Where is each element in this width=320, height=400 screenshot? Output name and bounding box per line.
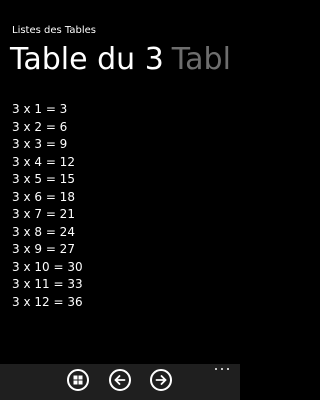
arrow-left-icon bbox=[114, 375, 126, 385]
app-title: Listes des Tables bbox=[12, 25, 96, 36]
previous-button[interactable] bbox=[109, 369, 131, 391]
multiplication-list: 3 x 1 = 3 3 x 2 = 6 3 x 3 = 9 3 x 4 = 12… bbox=[12, 101, 83, 311]
home-button[interactable] bbox=[67, 369, 89, 391]
list-item: 3 x 9 = 27 bbox=[12, 242, 75, 256]
arrow-right-icon bbox=[155, 375, 167, 385]
list-item: 3 x 6 = 18 bbox=[12, 189, 75, 204]
list-item: 3 x 1 = 3 bbox=[12, 102, 68, 116]
list-item: 3 x 11 = 33 bbox=[12, 277, 83, 291]
list-item: 3 x 2 = 6 bbox=[12, 119, 68, 134]
app-screen: Listes des Tables Table du 3 Tabl 3 x 1 =… bbox=[0, 0, 240, 400]
list-item: 3 x 10 = 30 bbox=[12, 259, 83, 274]
pivot-header-current[interactable]: Table du 3 bbox=[10, 40, 164, 80]
next-button[interactable] bbox=[150, 369, 172, 391]
list-item: 3 x 7 = 21 bbox=[12, 207, 75, 221]
pivot-header-next[interactable]: Tabl bbox=[172, 40, 231, 80]
list-item: 3 x 4 = 12 bbox=[12, 154, 75, 169]
pivot-headers: Table du 3 Tabl bbox=[10, 40, 239, 80]
app-bar bbox=[0, 364, 240, 400]
grid-icon bbox=[73, 375, 83, 385]
list-item: 3 x 8 = 24 bbox=[12, 224, 75, 239]
list-item: 3 x 3 = 9 bbox=[12, 137, 68, 151]
list-item: 3 x 5 = 15 bbox=[12, 172, 75, 186]
ellipsis-icon[interactable] bbox=[214, 366, 230, 374]
list-item: 3 x 12 = 36 bbox=[12, 294, 83, 309]
